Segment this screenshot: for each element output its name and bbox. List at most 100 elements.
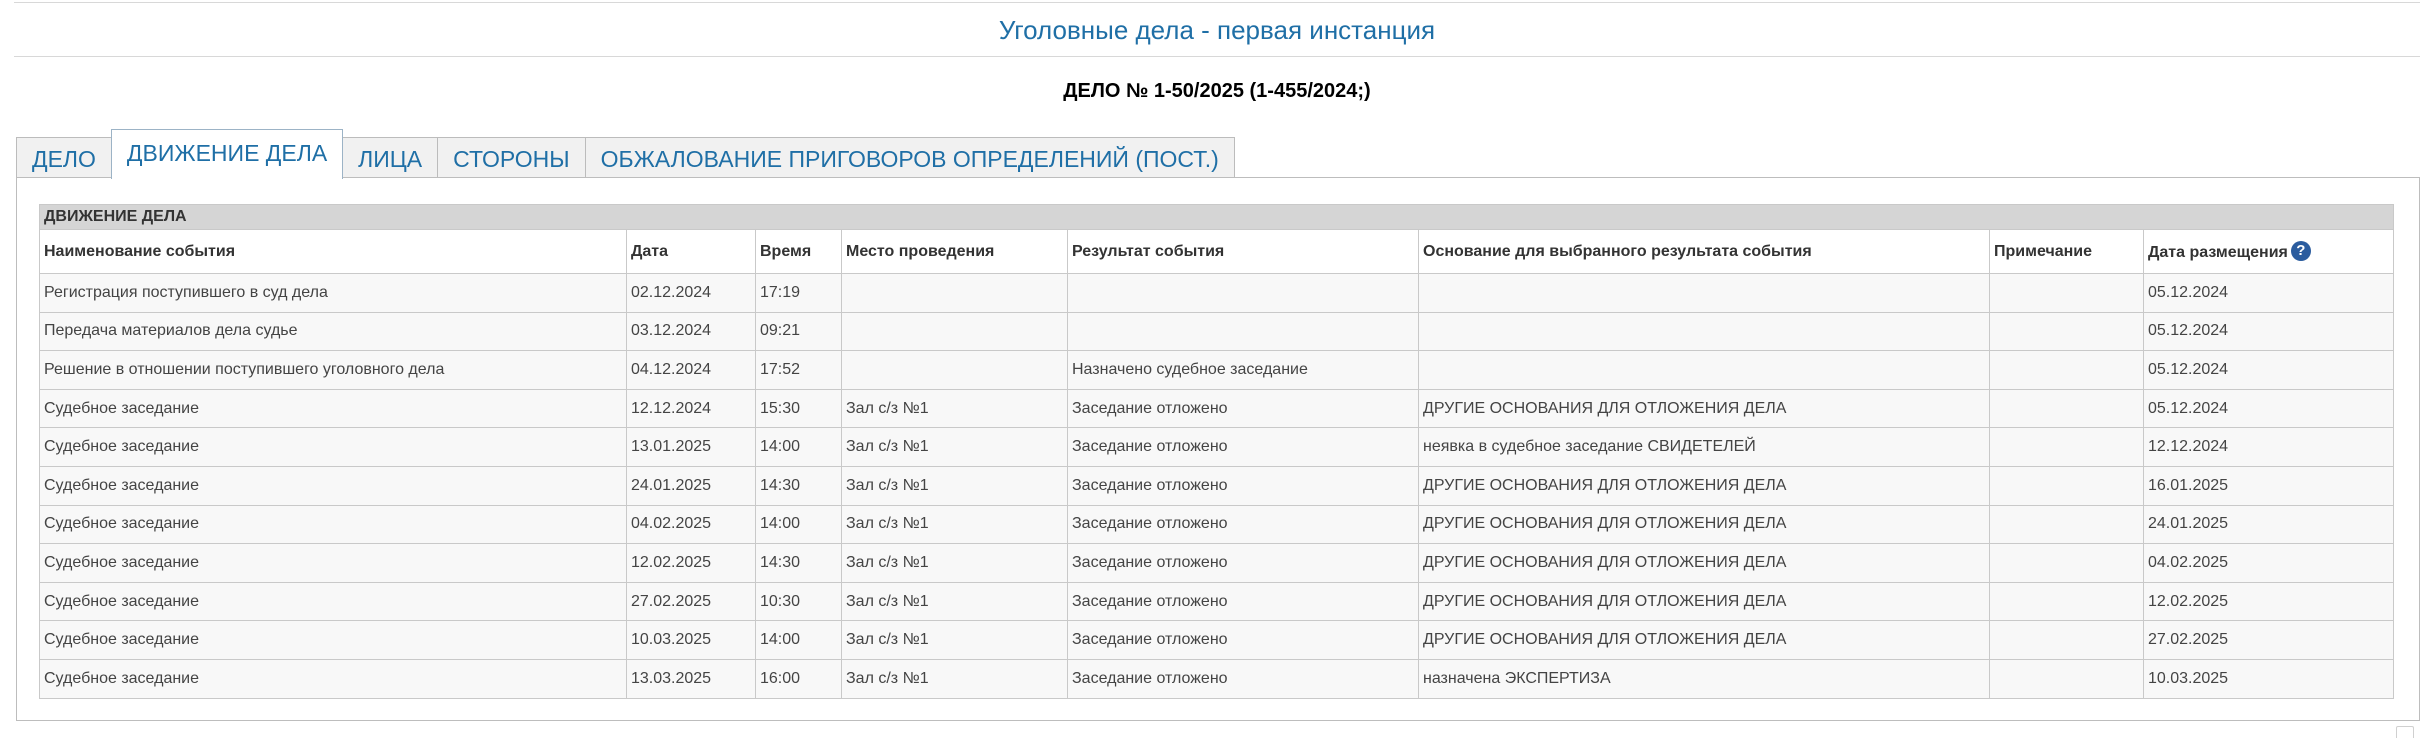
location-cell <box>841 350 1068 390</box>
location-cell: Зал с/з №1 <box>841 620 1068 660</box>
time-cell: 09:21 <box>755 311 842 352</box>
section-header-row: ДВИЖЕНИЕ ДЕЛА <box>38 204 2395 230</box>
posted-date-cell: 10.03.2025 <box>2142 658 2395 699</box>
time-cell: 14:00 <box>755 504 842 545</box>
case-movement-table: ДВИЖЕНИЕ ДЕЛА Наименование события Дата … <box>38 204 2395 699</box>
result-cell: Заседание отложено <box>1067 543 1419 583</box>
basis-cell: неявка в судебное заседание СВИДЕТЕЛЕЙ <box>1418 427 1990 467</box>
basis-cell: ДРУГИЕ ОСНОВАНИЯ ДЛЯ ОТЛОЖЕНИЯ ДЕЛА <box>1418 465 1990 506</box>
event-name-cell: Регистрация поступившего в суд дела <box>39 273 627 313</box>
location-cell: Зал с/з №1 <box>841 504 1068 545</box>
posted-date-cell: 05.12.2024 <box>2142 350 2395 390</box>
time-cell: 17:52 <box>755 350 842 390</box>
column-header-date: Дата <box>626 229 756 274</box>
location-cell <box>841 311 1068 352</box>
print-icon[interactable] <box>2396 726 2414 738</box>
date-cell: 13.03.2025 <box>626 658 756 699</box>
event-name-cell: Судебное заседание <box>39 620 627 660</box>
date-cell: 27.02.2025 <box>626 581 756 622</box>
tab-parties[interactable]: СТОРОНЫ <box>437 137 586 178</box>
basis-cell: ДРУГИЕ ОСНОВАНИЯ ДЛЯ ОТЛОЖЕНИЯ ДЕЛА <box>1418 620 1990 660</box>
location-cell: Зал с/з №1 <box>841 658 1068 699</box>
tab-appeals[interactable]: ОБЖАЛОВАНИЕ ПРИГОВОРОВ ОПРЕДЕЛЕНИЙ (ПОСТ… <box>584 137 1235 178</box>
result-cell <box>1067 311 1419 352</box>
event-name-cell: Решение в отношении поступившего уголовн… <box>39 350 627 390</box>
location-cell: Зал с/з №1 <box>841 543 1068 583</box>
help-icon[interactable]: ? <box>2290 241 2311 261</box>
page-title: Уголовные дела - первая инстанция <box>14 3 2420 57</box>
location-cell: Зал с/з №1 <box>841 465 1068 506</box>
posted-date-label: Дата размещения <box>2148 244 2288 261</box>
posted-date-cell: 05.12.2024 <box>2142 273 2395 313</box>
event-name-cell: Судебное заседание <box>39 465 627 506</box>
table-row: Судебное заседание 10.03.2025 14:00 Зал с/з… <box>39 620 2395 660</box>
column-header-row: Наименование события Дата Время Место пр… <box>39 229 2395 274</box>
time-cell: 16:00 <box>755 658 842 699</box>
time-cell: 15:30 <box>755 388 842 429</box>
table-row: Решение в отношении поступившего уголовн… <box>39 350 2395 390</box>
note-cell <box>1989 350 2144 390</box>
posted-date-cell: 12.12.2024 <box>2142 427 2395 467</box>
tab-case[interactable]: ДЕЛО <box>16 137 112 178</box>
location-cell <box>841 273 1068 313</box>
table-body: Регистрация поступившего в суд дела 02.12… <box>39 273 2395 699</box>
note-cell <box>1989 658 2144 699</box>
note-cell <box>1989 543 2144 583</box>
basis-cell: назначена ЭКСПЕРТИЗА <box>1418 658 1990 699</box>
case-tabs: ДЕЛО ДВИЖЕНИЕ ДЕЛА ЛИЦА СТОРОНЫ ОБЖАЛОВА… <box>16 128 1235 179</box>
event-name-cell: Судебное заседание <box>39 388 627 429</box>
event-name-cell: Судебное заседание <box>39 543 627 583</box>
basis-cell <box>1418 350 1990 390</box>
column-header-event-name: Наименование события <box>39 229 627 274</box>
result-cell: Заседание отложено <box>1067 581 1419 622</box>
table-row: Судебное заседание 12.02.2025 14:30 Зал с/з… <box>39 543 2395 583</box>
case-number-heading: ДЕЛО № 1-50/2025 (1-455/2024;) <box>1063 80 1371 102</box>
note-cell <box>1989 427 2144 467</box>
column-header-basis: Основание для выбранного результата собы… <box>1418 229 1990 274</box>
result-cell <box>1067 273 1419 313</box>
date-cell: 03.12.2024 <box>626 311 756 352</box>
event-name-cell: Передача материалов дела судье <box>39 311 627 352</box>
basis-cell: ДРУГИЕ ОСНОВАНИЯ ДЛЯ ОТЛОЖЕНИЯ ДЕЛА <box>1418 388 1990 429</box>
tab-persons[interactable]: ЛИЦА <box>342 137 439 178</box>
posted-date-cell: 05.12.2024 <box>2142 311 2395 352</box>
event-name-cell: Судебное заседание <box>39 427 627 467</box>
court-case-page: Уголовные дела - первая инстанция ДЕЛО №… <box>0 0 2434 738</box>
basis-cell <box>1418 311 1990 352</box>
event-name-cell: Судебное заседание <box>39 504 627 545</box>
result-cell: Назначено судебное заседание <box>1067 350 1419 390</box>
time-cell: 14:00 <box>755 620 842 660</box>
result-cell: Заседание отложено <box>1067 465 1419 506</box>
time-cell: 17:19 <box>755 273 842 313</box>
location-cell: Зал с/з №1 <box>841 427 1068 467</box>
table-row: Судебное заседание 12.12.2024 15:30 Зал с/з… <box>39 388 2395 429</box>
time-cell: 14:30 <box>755 465 842 506</box>
note-cell <box>1989 581 2144 622</box>
note-cell <box>1989 388 2144 429</box>
date-cell: 02.12.2024 <box>626 273 756 313</box>
column-header-time: Время <box>755 229 842 274</box>
date-cell: 04.12.2024 <box>626 350 756 390</box>
note-cell <box>1989 311 2144 352</box>
time-cell: 14:30 <box>755 543 842 583</box>
location-cell: Зал с/з №1 <box>841 581 1068 622</box>
date-cell: 12.02.2025 <box>626 543 756 583</box>
result-cell: Заседание отложено <box>1067 620 1419 660</box>
basis-cell: ДРУГИЕ ОСНОВАНИЯ ДЛЯ ОТЛОЖЕНИЯ ДЕЛА <box>1418 504 1990 545</box>
posted-date-cell: 05.12.2024 <box>2142 388 2395 429</box>
table-row: Регистрация поступившего в суд дела 02.12… <box>39 273 2395 313</box>
result-cell: Заседание отложено <box>1067 388 1419 429</box>
table-row: Судебное заседание 13.01.2025 14:00 Зал с/з… <box>39 427 2395 467</box>
date-cell: 10.03.2025 <box>626 620 756 660</box>
basis-cell <box>1418 273 1990 313</box>
table-row: Судебное заседание 04.02.2025 14:00 Зал с/з… <box>39 504 2395 545</box>
posted-date-cell: 27.02.2025 <box>2142 620 2395 660</box>
result-cell: Заседание отложено <box>1067 427 1419 467</box>
tab-case-movement[interactable]: ДВИЖЕНИЕ ДЕЛА <box>110 129 344 179</box>
posted-date-cell: 12.02.2025 <box>2142 581 2395 622</box>
date-cell: 04.02.2025 <box>626 504 756 545</box>
date-cell: 12.12.2024 <box>626 388 756 429</box>
result-cell: Заседание отложено <box>1067 658 1419 699</box>
location-cell: Зал с/з №1 <box>841 388 1068 429</box>
event-name-cell: Судебное заседание <box>39 581 627 622</box>
